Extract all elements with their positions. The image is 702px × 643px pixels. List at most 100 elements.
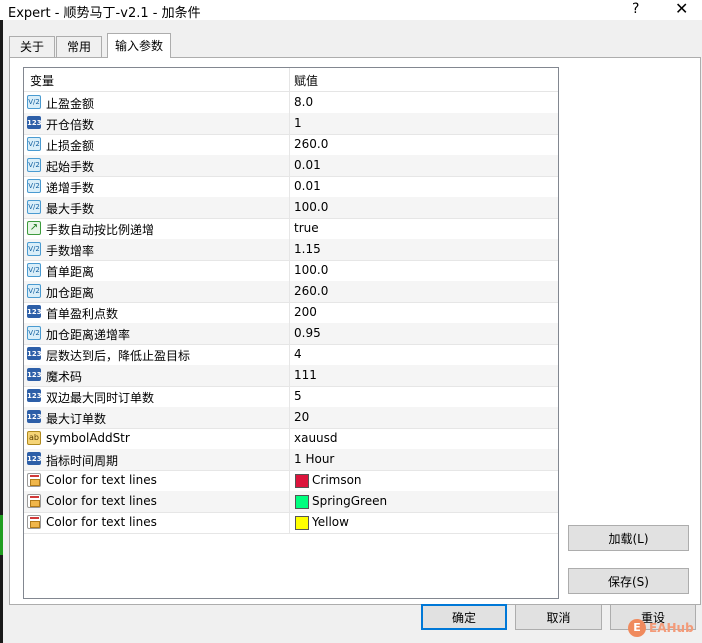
- param-value[interactable]: 0.01: [294, 158, 321, 172]
- load-button[interactable]: 加载(L): [568, 525, 689, 551]
- param-name: Color for text lines: [46, 494, 157, 508]
- eahub-logo-icon: E: [628, 619, 646, 637]
- param-value[interactable]: 100.0: [294, 200, 328, 214]
- row-divider: [289, 281, 290, 302]
- help-icon[interactable]: ?: [632, 1, 639, 17]
- color-swatch: [295, 516, 309, 530]
- param-value[interactable]: xauusd: [294, 431, 338, 445]
- row-divider: [289, 365, 290, 386]
- row-divider: [289, 176, 290, 197]
- param-value[interactable]: 0.95: [294, 326, 321, 340]
- param-type-n123-icon: 123: [27, 389, 42, 402]
- param-type-n123-icon: 123: [27, 347, 42, 360]
- table-row[interactable]: 123 指标时间周期 1 Hour: [24, 449, 558, 471]
- param-name: 首单距离: [46, 265, 95, 279]
- row-divider: [289, 239, 290, 260]
- param-type-color-icon: [27, 515, 41, 529]
- param-value[interactable]: 100.0: [294, 263, 328, 277]
- column-header-value[interactable]: 赋值: [294, 72, 318, 89]
- color-swatch: [295, 495, 309, 509]
- param-name: 最大手数: [46, 202, 95, 216]
- param-type-v2-icon: V/2: [27, 284, 41, 298]
- param-type-n123-icon: 123: [27, 368, 42, 381]
- row-divider: [289, 323, 290, 344]
- table-row[interactable]: V/2 最大手数 100.0: [24, 197, 558, 219]
- param-type-v2-icon: V/2: [27, 326, 41, 340]
- tab-common[interactable]: 常用: [56, 36, 102, 57]
- row-divider: [289, 155, 290, 176]
- row-divider: [289, 407, 290, 428]
- param-name: 手数增率: [46, 244, 95, 258]
- table-row[interactable]: V/2 加仓距离递增率 0.95: [24, 323, 558, 345]
- param-value[interactable]: 1 Hour: [294, 452, 334, 466]
- param-name: 首单盈利点数: [46, 307, 119, 321]
- table-row[interactable]: V/2 递增手数 0.01: [24, 176, 558, 198]
- param-type-ab-icon: ab: [27, 431, 41, 445]
- param-type-n123-icon: 123: [27, 452, 42, 465]
- param-type-v2-icon: V/2: [27, 200, 41, 214]
- param-value[interactable]: 260.0: [294, 137, 328, 151]
- ok-button[interactable]: 确定: [421, 604, 507, 630]
- param-value[interactable]: Yellow: [312, 515, 349, 529]
- table-row[interactable]: Color for text lines SpringGreen: [24, 491, 558, 513]
- row-divider: [289, 470, 290, 491]
- param-value[interactable]: true: [294, 221, 319, 235]
- table-row[interactable]: 123 层数达到后，降低止盈目标 4: [24, 344, 558, 366]
- table-row[interactable]: V/2 加仓距离 260.0: [24, 281, 558, 303]
- column-header-variable[interactable]: 变量: [30, 72, 54, 89]
- param-value[interactable]: 111: [294, 368, 317, 382]
- param-type-color-icon: [27, 494, 41, 508]
- param-value[interactable]: SpringGreen: [312, 494, 387, 508]
- param-value[interactable]: 4: [294, 347, 302, 361]
- param-value[interactable]: 5: [294, 389, 302, 403]
- row-divider: [289, 512, 290, 533]
- param-type-v2-icon: V/2: [27, 242, 41, 256]
- param-type-v2-icon: V/2: [27, 158, 41, 172]
- table-row[interactable]: V/2 止盈金额 8.0: [24, 92, 558, 114]
- param-name: 指标时间周期: [46, 454, 119, 468]
- color-swatch: [295, 474, 309, 488]
- table-row[interactable]: 123 最大订单数 20: [24, 407, 558, 429]
- param-type-v2-icon: V/2: [27, 95, 41, 109]
- table-row[interactable]: 123 魔术码 111: [24, 365, 558, 387]
- parameters-grid: 变量 赋值 V/2 止盈金额 8.0 123 开仓倍数 1 V/2 止损金额 260.0 V/2 起…: [23, 67, 559, 599]
- param-value[interactable]: 260.0: [294, 284, 328, 298]
- table-row[interactable]: ↗ 手数自动按比例递增 true: [24, 218, 558, 240]
- param-type-v2-icon: V/2: [27, 137, 41, 151]
- param-name: Color for text lines: [46, 515, 157, 529]
- tab-about[interactable]: 关于: [9, 36, 55, 57]
- table-row[interactable]: V/2 手数增率 1.15: [24, 239, 558, 261]
- table-row[interactable]: 123 首单盈利点数 200: [24, 302, 558, 324]
- row-divider: [289, 218, 290, 239]
- table-row[interactable]: 123 双边最大同时订单数 5: [24, 386, 558, 408]
- param-value[interactable]: 200: [294, 305, 317, 319]
- param-value[interactable]: 1.15: [294, 242, 321, 256]
- row-divider: [289, 428, 290, 449]
- row-divider: [289, 386, 290, 407]
- param-value[interactable]: Crimson: [312, 473, 362, 487]
- param-type-n123-icon: 123: [27, 116, 42, 129]
- param-value[interactable]: 1: [294, 116, 302, 130]
- watermark-text: EAHub: [649, 621, 694, 635]
- param-type-v2-icon: V/2: [27, 179, 41, 193]
- table-row[interactable]: 123 开仓倍数 1: [24, 113, 558, 135]
- table-row[interactable]: Color for text lines Yellow: [24, 512, 558, 534]
- title-bar: Expert - 顺势马丁-v2.1 - 加条件 ? ✕: [0, 0, 702, 21]
- param-name: 加仓距离递增率: [46, 328, 131, 342]
- param-value[interactable]: 0.01: [294, 179, 321, 193]
- window-title: Expert - 顺势马丁-v2.1 - 加条件: [8, 6, 201, 21]
- param-value[interactable]: 20: [294, 410, 309, 424]
- table-row[interactable]: V/2 首单距离 100.0: [24, 260, 558, 282]
- row-divider: [289, 113, 290, 134]
- table-row[interactable]: Color for text lines Crimson: [24, 470, 558, 492]
- save-button[interactable]: 保存(S): [568, 568, 689, 594]
- table-row[interactable]: ab symbolAddStr xauusd: [24, 428, 558, 450]
- table-row[interactable]: V/2 起始手数 0.01: [24, 155, 558, 177]
- column-divider[interactable]: [289, 68, 290, 91]
- table-row[interactable]: V/2 止损金额 260.0: [24, 134, 558, 156]
- close-icon[interactable]: ✕: [675, 0, 688, 18]
- param-value[interactable]: 8.0: [294, 95, 313, 109]
- cancel-button[interactable]: 取消: [515, 604, 602, 630]
- param-name: 层数达到后，降低止盈目标: [46, 349, 191, 363]
- tab-inputs[interactable]: 输入参数: [107, 33, 171, 58]
